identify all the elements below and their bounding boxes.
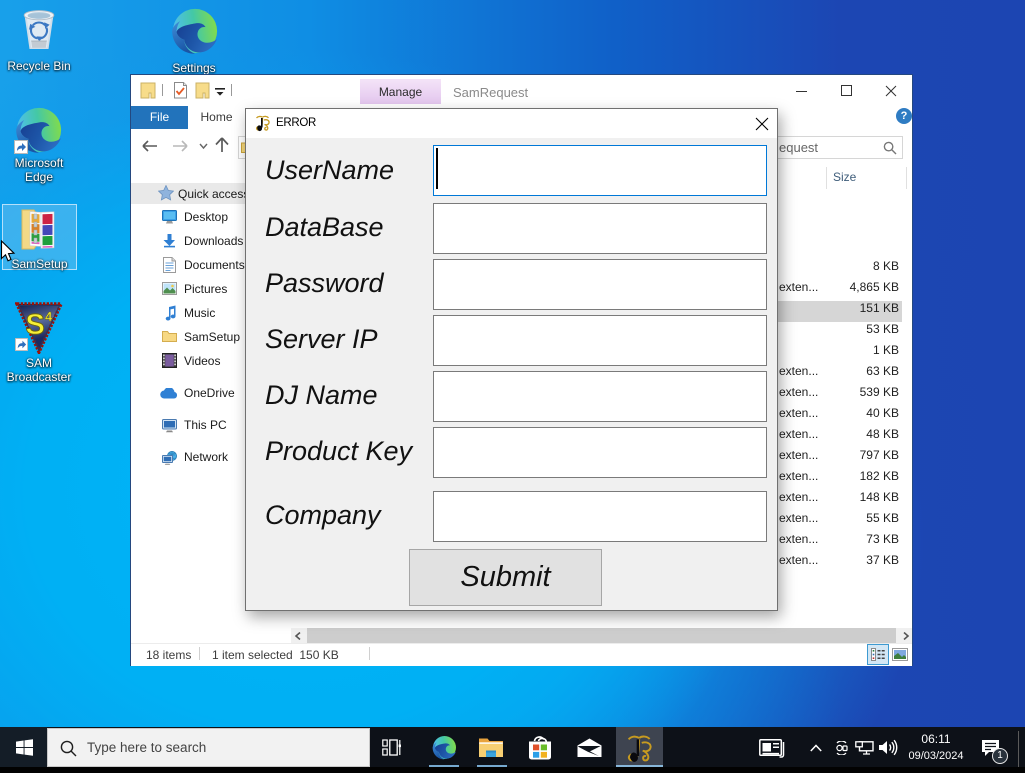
svg-text:S: S [26, 309, 45, 341]
svg-text:4: 4 [45, 309, 53, 324]
